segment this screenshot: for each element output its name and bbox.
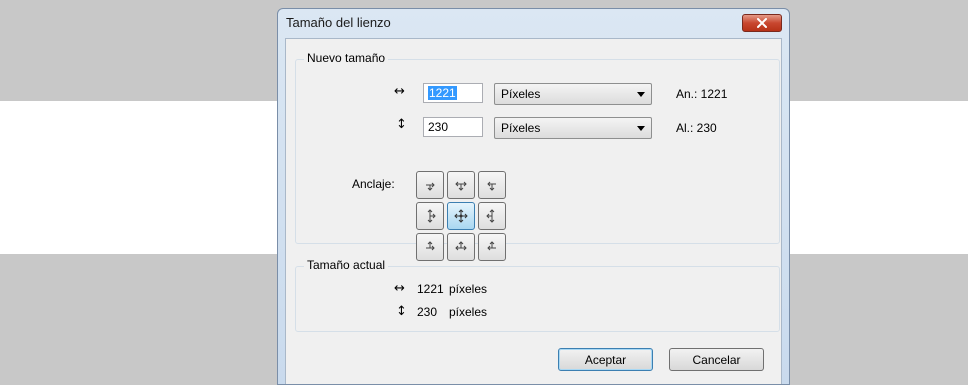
width-unit-select[interactable]: Píxeles: [494, 83, 652, 105]
height-label: Al.: 230: [676, 121, 717, 135]
chevron-down-icon: [637, 92, 645, 97]
height-arrow-icon: ↕: [396, 304, 407, 319]
width-label: An.: 1221: [676, 87, 728, 101]
new-size-legend: Nuevo tamaño: [304, 51, 389, 65]
current-width-unit: píxeles: [449, 282, 488, 296]
close-button[interactable]: [742, 14, 782, 32]
anchor-center-button[interactable]: [447, 202, 475, 230]
height-input[interactable]: 230: [423, 117, 483, 137]
arrow-icon: [426, 182, 435, 191]
anchor-top-button[interactable]: [447, 171, 475, 199]
anchor-bottom-left-button[interactable]: [416, 233, 444, 261]
width-input-value: 1221: [428, 86, 457, 100]
arrow-icon: [455, 241, 467, 251]
current-width-value: 1221: [417, 282, 444, 296]
height-input-value: 230: [428, 120, 449, 134]
anchor-top-right-button[interactable]: [478, 171, 506, 199]
arrow-icon: [487, 181, 496, 191]
dialog-body: Nuevo tamaño ↔ 1221 Píxeles An.: 1221 ↕ …: [285, 38, 782, 384]
height-unit-select[interactable]: Píxeles: [494, 117, 652, 139]
width-arrow-icon: ↔: [394, 84, 405, 99]
anchor-right-button[interactable]: [478, 202, 506, 230]
anchor-left-button[interactable]: [416, 202, 444, 230]
new-size-group: Nuevo tamaño ↔ 1221 Píxeles An.: 1221 ↕ …: [295, 51, 780, 261]
arrow-icon: [427, 209, 436, 223]
title-bar[interactable]: Tamaño del lienzo: [278, 9, 789, 37]
height-unit-value: Píxeles: [501, 121, 541, 135]
dialog-title: Tamaño del lienzo: [286, 15, 391, 30]
arrow-icon: [426, 241, 435, 251]
chevron-down-icon: [637, 126, 645, 131]
arrow-icon: [486, 209, 495, 223]
height-arrow-icon: ↕: [396, 117, 407, 132]
close-icon: [757, 18, 767, 28]
current-height-unit: píxeles: [449, 305, 488, 319]
cancel-button[interactable]: Cancelar: [669, 348, 764, 371]
anchor-label: Anclaje:: [352, 177, 395, 191]
current-size-group: Tamaño actual ↔ 1221 píxeles ↕ 230 píxel…: [295, 258, 780, 332]
accept-button[interactable]: Aceptar: [558, 348, 653, 371]
arrow-icon: [487, 241, 496, 251]
current-height-value: 230: [417, 305, 438, 319]
anchor-top-left-button[interactable]: [416, 171, 444, 199]
anchor-bottom-button[interactable]: [447, 233, 475, 261]
width-input[interactable]: 1221: [423, 83, 483, 103]
anchor-bottom-right-button[interactable]: [478, 233, 506, 261]
move-icon: [454, 209, 468, 223]
canvas-size-dialog: Tamaño del lienzo Nuevo tamaño ↔ 1221 Pí…: [277, 8, 790, 385]
width-unit-value: Píxeles: [501, 87, 541, 101]
current-size-legend: Tamaño actual: [304, 258, 389, 272]
width-arrow-icon: ↔: [394, 281, 405, 296]
arrow-icon: [455, 181, 467, 191]
